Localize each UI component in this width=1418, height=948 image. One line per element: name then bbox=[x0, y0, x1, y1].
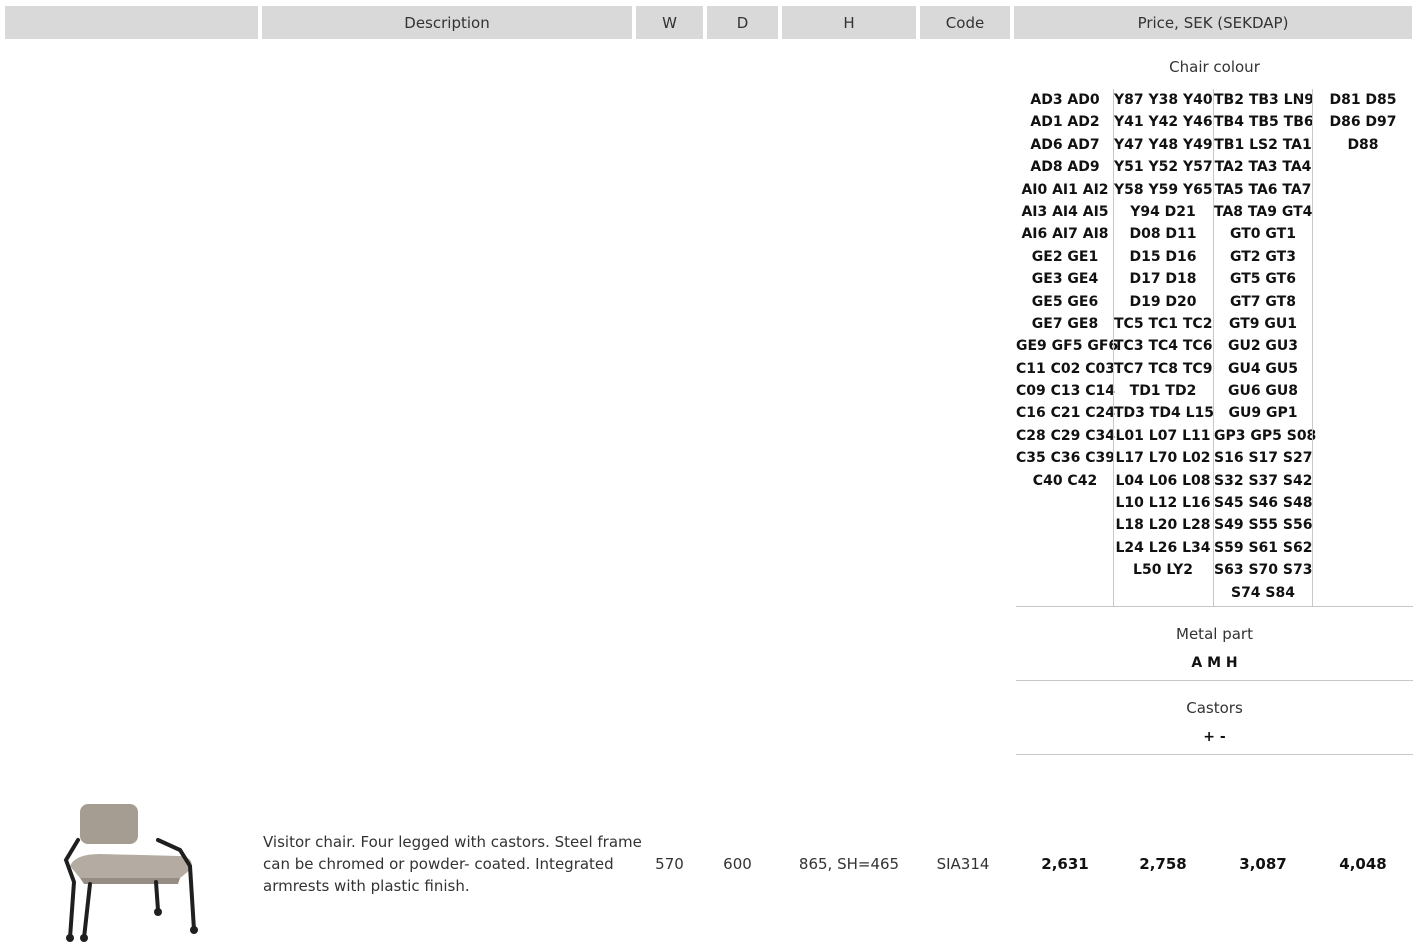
chair-photo bbox=[40, 770, 230, 948]
product-depth: 600 bbox=[723, 855, 752, 873]
colour-codes: L10 L12 L16 bbox=[1115, 495, 1211, 512]
colour-codes: GE3 GE4 bbox=[1031, 271, 1099, 288]
colour-codes: C09 C13 C14 bbox=[1016, 383, 1116, 400]
colour-codes: AD3 AD0 bbox=[1030, 92, 1100, 108]
colour-codes: GU6 GU8 bbox=[1227, 383, 1299, 400]
header-code: Code bbox=[920, 6, 1010, 39]
colour-codes: GT7 GT8 bbox=[1230, 293, 1296, 310]
product-height: 865, SH=465 bbox=[798, 855, 900, 873]
colour-group-1: AD3 AD0 AD1 AD2 AD6 AD7 AD8 AD9 AI0 AI1 … bbox=[1016, 89, 1119, 492]
colour-codes: TC5 TC1 TC2 bbox=[1114, 315, 1213, 332]
colour-codes: TD1 TD2 bbox=[1129, 383, 1197, 400]
colour-codes: Y51 Y52 Y57 bbox=[1114, 159, 1213, 176]
metal-part-values: A M H bbox=[1191, 655, 1238, 671]
colour-codes: TA2 TA3 TA4 bbox=[1214, 159, 1312, 176]
colour-codes: D86 D97 bbox=[1329, 114, 1397, 131]
header-price: Price, SEK (SEKDAP) bbox=[1014, 6, 1412, 39]
colour-codes: GT2 GT3 bbox=[1230, 248, 1296, 265]
colour-codes: TC3 TC4 TC6 bbox=[1114, 338, 1213, 355]
column-divider bbox=[1113, 89, 1114, 606]
section-divider bbox=[1016, 754, 1413, 755]
colour-codes: GE9 GF5 GF6 bbox=[1016, 338, 1119, 355]
colour-codes: TA8 TA9 GT4 bbox=[1214, 203, 1313, 220]
colour-codes: D19 D20 bbox=[1129, 293, 1197, 310]
colour-group-2: Y87 Y38 Y40 Y41 Y42 Y46 Y47 Y48 Y49 Y51 … bbox=[1114, 89, 1214, 582]
colour-codes: C40 C42 bbox=[1032, 472, 1098, 489]
header-depth: D bbox=[707, 6, 778, 39]
colour-codes: L50 LY2 bbox=[1133, 562, 1193, 579]
colour-codes: S59 S61 S62 bbox=[1214, 539, 1313, 556]
column-divider bbox=[1213, 89, 1214, 606]
colour-codes: TB1 LS2 TA1 bbox=[1214, 136, 1312, 153]
price-colour-group-2: 2,758 bbox=[1139, 855, 1187, 873]
colour-codes: GP3 GP5 S08 bbox=[1214, 427, 1317, 444]
colour-codes: L18 L20 L28 bbox=[1115, 517, 1211, 534]
header-description: Description bbox=[262, 6, 632, 39]
colour-group-4: D81 D85 D86 D97 D88 bbox=[1314, 89, 1412, 156]
colour-group-3: TB2 TB3 LN9 TB4 TB5 TB6 TB1 LS2 TA1 TA2 … bbox=[1214, 89, 1317, 604]
colour-codes: S16 S17 S27 bbox=[1214, 450, 1313, 467]
price-colour-group-1: 2,631 bbox=[1041, 855, 1089, 873]
header-height: H bbox=[782, 6, 916, 39]
colour-codes: D81 D85 bbox=[1329, 92, 1397, 108]
section-divider bbox=[1016, 680, 1413, 681]
colour-codes: AI6 AI7 AI8 bbox=[1021, 226, 1109, 243]
colour-codes: D17 D18 bbox=[1129, 271, 1197, 288]
price-colour-group-4: 4,048 bbox=[1339, 855, 1387, 873]
colour-codes: GU2 GU3 bbox=[1227, 338, 1299, 355]
colour-codes: AD6 AD7 bbox=[1030, 136, 1100, 153]
colour-codes: S74 S84 bbox=[1230, 584, 1295, 601]
colour-codes: TB4 TB5 TB6 bbox=[1214, 114, 1314, 131]
colour-codes: TD3 TD4 L15 bbox=[1114, 405, 1214, 422]
colour-codes: L01 L07 L11 bbox=[1115, 427, 1211, 444]
colour-codes: AD1 AD2 bbox=[1030, 114, 1100, 131]
colour-codes: Y58 Y59 Y65 bbox=[1114, 181, 1213, 198]
colour-codes: S49 S55 S56 bbox=[1214, 517, 1313, 534]
column-divider bbox=[1312, 89, 1313, 606]
product-code: SIA314 bbox=[936, 855, 990, 873]
product-description: Visitor chair. Four legged with castors.… bbox=[263, 833, 642, 895]
metal-part-label: Metal part bbox=[1176, 625, 1253, 643]
colour-codes: GT9 GU1 bbox=[1228, 315, 1297, 332]
price-colour-group-3: 3,087 bbox=[1239, 855, 1287, 873]
colour-codes: S32 S37 S42 bbox=[1214, 472, 1313, 489]
colour-codes: S45 S46 S48 bbox=[1214, 495, 1313, 512]
castors-label: Castors bbox=[1186, 699, 1243, 717]
colour-codes: S63 S70 S73 bbox=[1214, 562, 1313, 579]
colour-codes: Y47 Y48 Y49 bbox=[1114, 136, 1213, 153]
colour-codes: AI3 AI4 AI5 bbox=[1021, 203, 1109, 220]
header-image-column bbox=[5, 6, 258, 39]
colour-codes: Y87 Y38 Y40 bbox=[1114, 92, 1213, 108]
colour-codes: L24 L26 L34 bbox=[1115, 539, 1211, 556]
colour-codes: L04 L06 L08 bbox=[1115, 472, 1211, 489]
colour-codes: GE7 GE8 bbox=[1031, 315, 1099, 332]
header-width: W bbox=[636, 6, 703, 39]
colour-codes: GT0 GT1 bbox=[1230, 226, 1296, 243]
colour-codes: AI0 AI1 AI2 bbox=[1021, 181, 1109, 198]
colour-codes: C28 C29 C34 bbox=[1016, 427, 1116, 444]
colour-codes: TA5 TA6 TA7 bbox=[1214, 181, 1312, 198]
colour-codes: D15 D16 bbox=[1129, 248, 1197, 265]
product-width: 570 bbox=[655, 855, 684, 873]
colour-codes: TB2 TB3 LN9 bbox=[1214, 92, 1315, 108]
colour-codes: GU4 GU5 bbox=[1227, 360, 1299, 377]
colour-codes: D88 bbox=[1347, 136, 1379, 153]
colour-codes: AD8 AD9 bbox=[1030, 159, 1100, 176]
colour-codes: C16 C21 C24 bbox=[1016, 405, 1116, 422]
colour-codes: GE5 GE6 bbox=[1031, 293, 1099, 310]
colour-codes: GE2 GE1 bbox=[1031, 248, 1099, 265]
colour-codes: C35 C36 C39 bbox=[1016, 450, 1116, 467]
colour-codes: GU9 GP1 bbox=[1228, 405, 1298, 422]
colour-codes: Y41 Y42 Y46 bbox=[1114, 114, 1213, 131]
chair-colour-label: Chair colour bbox=[1169, 58, 1260, 76]
colour-codes: D08 D11 bbox=[1129, 226, 1197, 243]
section-divider bbox=[1016, 606, 1413, 607]
colour-codes: Y94 D21 bbox=[1130, 203, 1196, 220]
colour-codes: TC7 TC8 TC9 bbox=[1114, 360, 1213, 377]
colour-codes: C11 C02 C03 bbox=[1016, 360, 1116, 377]
colour-codes: L17 L70 L02 bbox=[1115, 450, 1211, 467]
colour-codes: GT5 GT6 bbox=[1230, 271, 1296, 288]
castors-values: + - bbox=[1203, 729, 1226, 745]
